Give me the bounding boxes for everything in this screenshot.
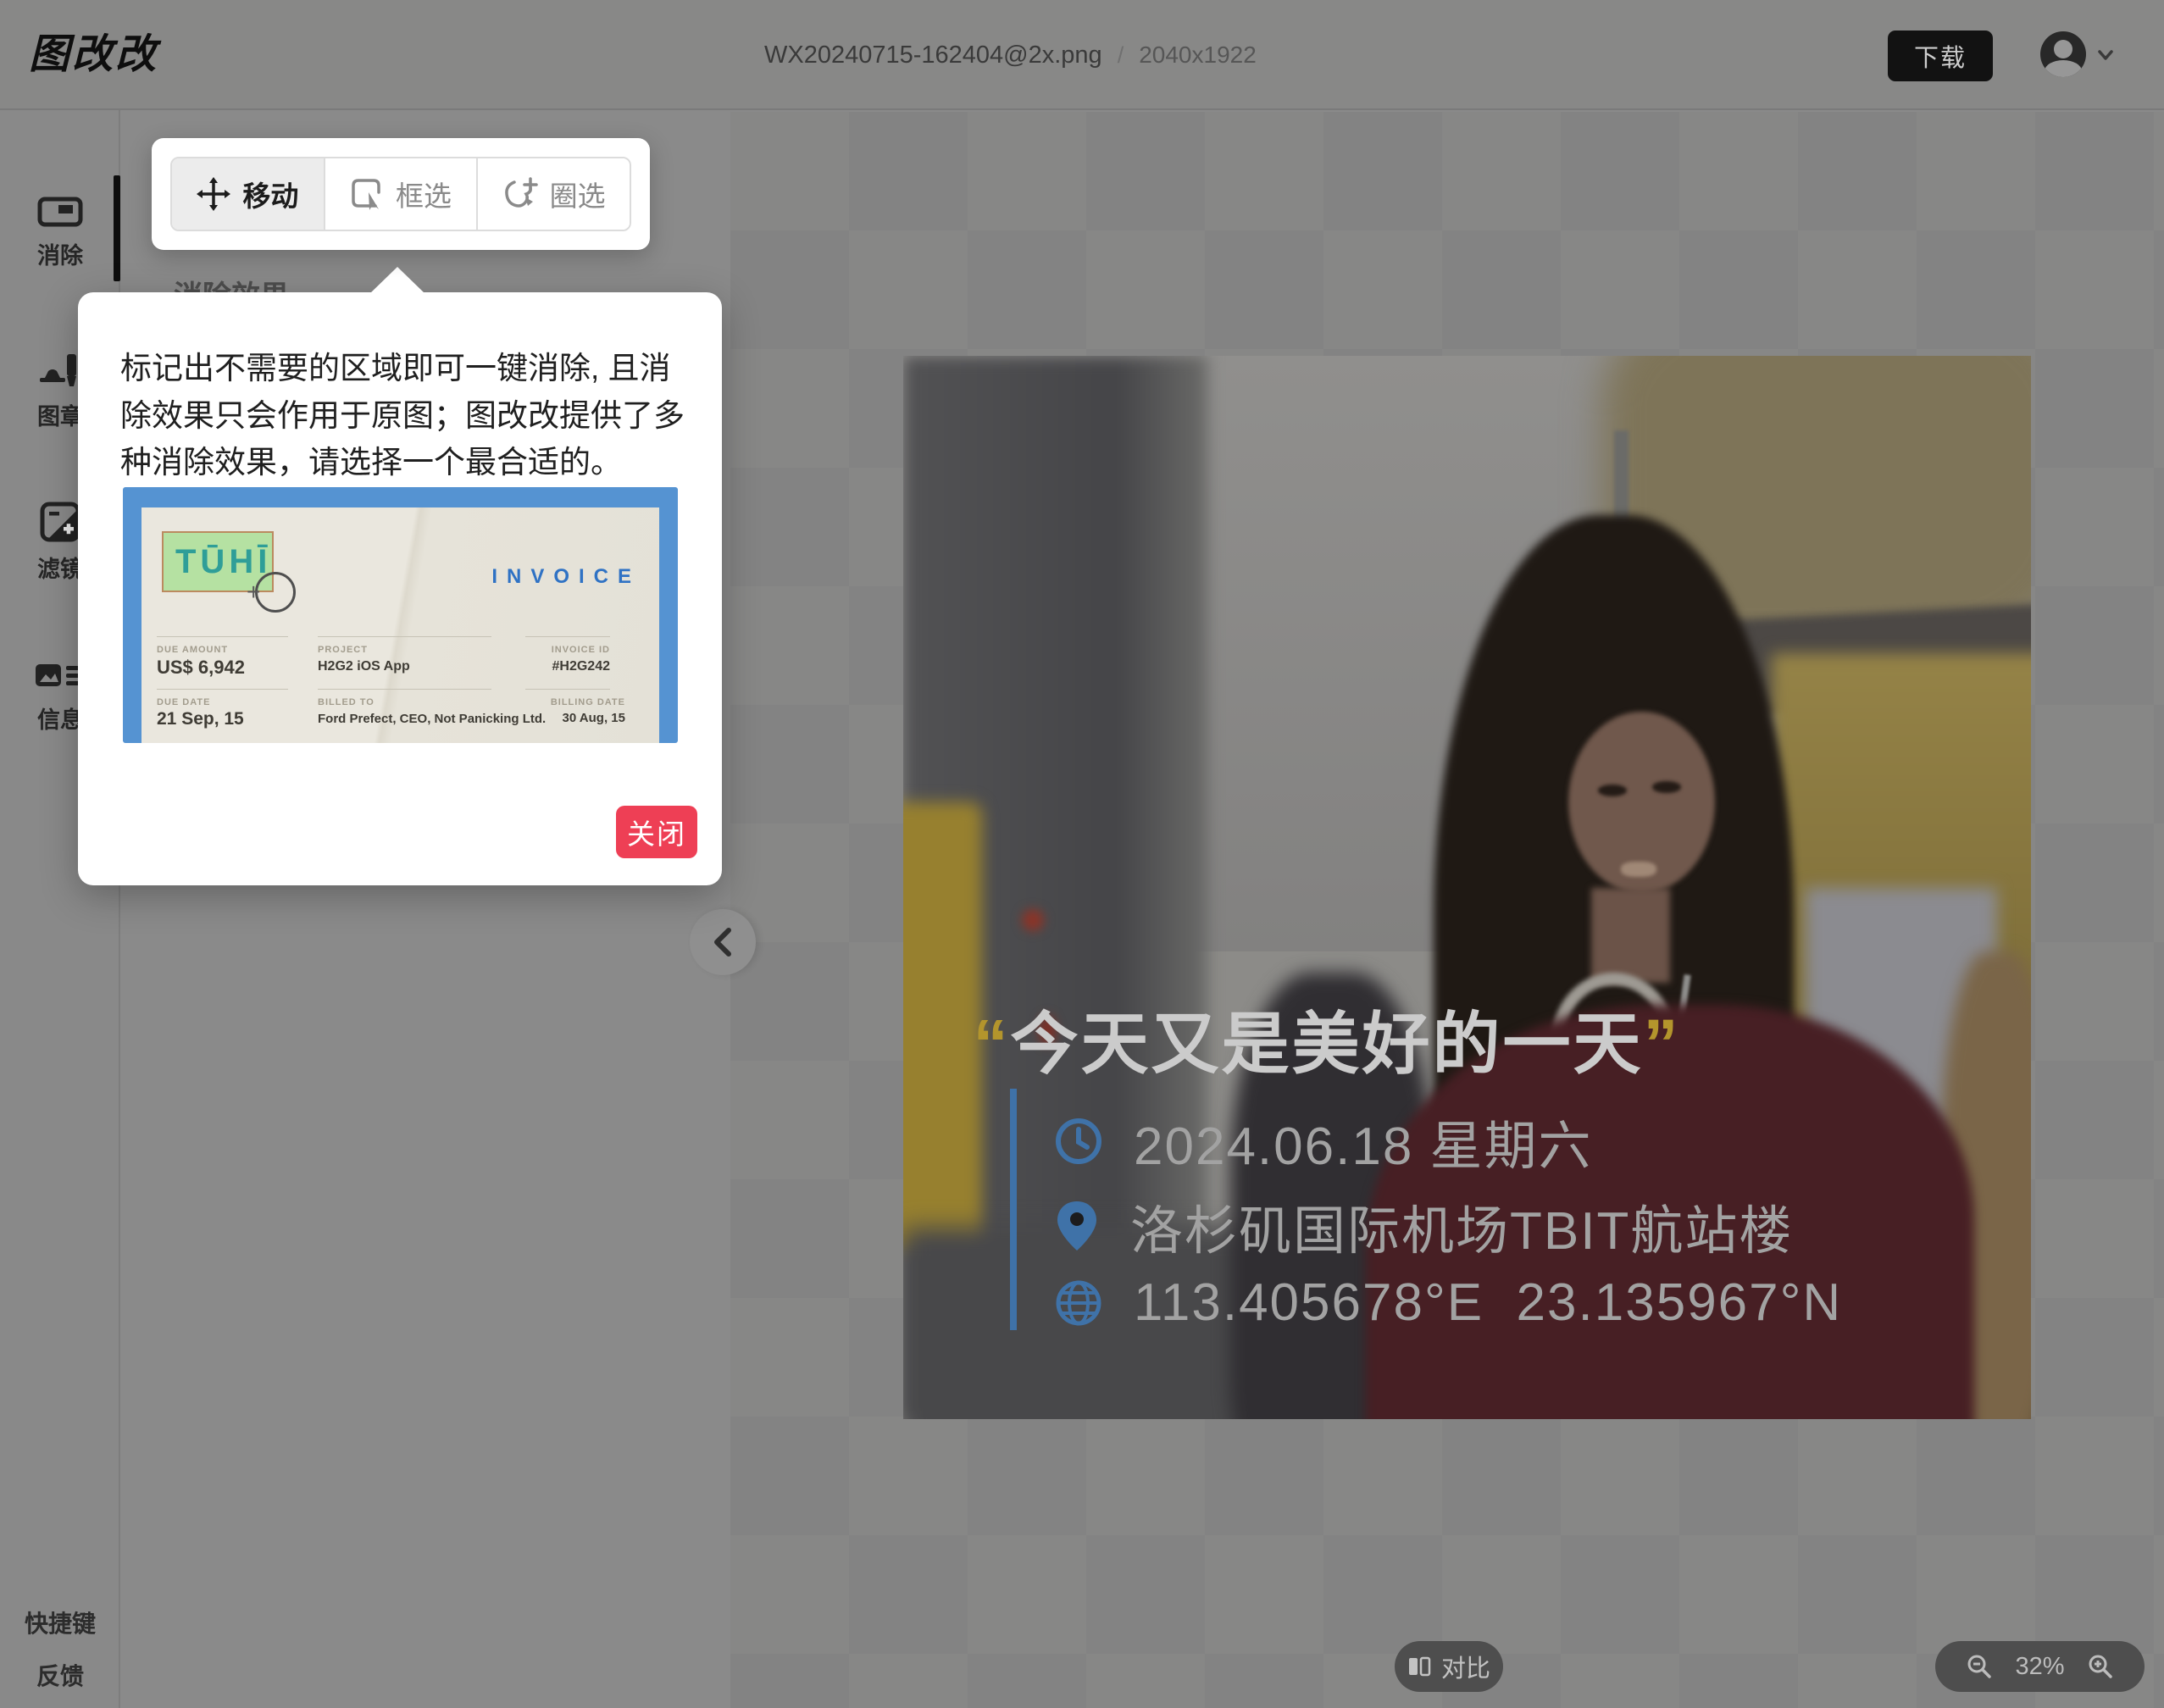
edited-photo[interactable]: “今天又是美好的一天” 2024.06.18 星期六 洛杉矶国际机场TBIT航站… xyxy=(903,356,2031,1419)
photo-woman-mouth xyxy=(1621,862,1657,877)
tutorial-tooltip: 标记出不需要的区域即可一键消除, 且消除效果只会作用于原图；图改改提供了多种消除… xyxy=(78,292,722,885)
app-root: 图改改 WX20240715-162404@2x.png / 2040x1922… xyxy=(0,0,2164,1708)
demo-logo: TŪHĪ xyxy=(175,543,271,581)
globe-icon xyxy=(1054,1278,1103,1328)
invoice-field-label: INVOICE ID xyxy=(552,645,610,655)
compare-button[interactable]: 对比 xyxy=(1395,1641,1503,1692)
image-dimensions: 2040x1922 xyxy=(1139,42,1257,69)
compare-label: 对比 xyxy=(1441,1649,1490,1684)
avatar-person-icon xyxy=(2054,40,2072,58)
tooltip-text: 标记出不需要的区域即可一键消除, 且消除效果只会作用于原图；图改改提供了多种消除… xyxy=(120,345,690,486)
watermark-date: 2024.06.18 星期六 xyxy=(1134,1103,1593,1179)
invoice-field-label: BILLING DATE xyxy=(551,697,625,707)
zoom-controls: 32% xyxy=(1935,1641,2145,1692)
photo-woman-neck xyxy=(1591,888,1670,984)
divider xyxy=(157,689,288,690)
watermark-location: 洛杉矶国际机场TBIT航站楼 xyxy=(1130,1188,1793,1264)
invoice-field-label: DUE DATE xyxy=(157,697,210,707)
watermark-date-row: 2024.06.18 星期六 xyxy=(1054,1103,1593,1179)
photo-tail-light xyxy=(1022,909,1044,931)
breadcrumb-separator: / xyxy=(1118,42,1124,69)
feedback-link[interactable]: 反馈 xyxy=(0,1658,120,1692)
zoom-level: 32% xyxy=(2015,1653,2064,1681)
watermark-accent-line xyxy=(1010,1089,1017,1330)
invoice-field-label: PROJECT xyxy=(318,645,368,655)
chevron-left-icon xyxy=(710,927,735,957)
mode-lasso-select-button[interactable]: 圈选 xyxy=(476,158,630,230)
divider xyxy=(157,636,288,637)
demo-cursor-circle xyxy=(255,572,296,613)
box-select-icon xyxy=(350,177,384,211)
divider xyxy=(318,636,491,637)
stamp-icon xyxy=(36,352,84,390)
quote-close: ” xyxy=(1644,1006,1681,1083)
chevron-down-icon[interactable] xyxy=(2095,44,2117,66)
invoice-field-value: Ford Prefect, CEO, Not Panicking Ltd. xyxy=(318,712,546,726)
clock-icon xyxy=(1054,1117,1103,1166)
breadcrumb: WX20240715-162404@2x.png / 2040x1922 xyxy=(764,0,1257,110)
watermark-coordinates: 113.405678°E 23.135967°N xyxy=(1134,1273,1842,1333)
erase-icon xyxy=(37,195,83,229)
photo-woman-eye xyxy=(1598,785,1628,796)
zoom-in-icon[interactable] xyxy=(2087,1653,2114,1680)
erase-mode-popup: 移动 框选 圈选 xyxy=(152,138,650,250)
divider xyxy=(525,636,610,637)
mode-label: 框选 xyxy=(396,174,452,214)
watermark-title: “今天又是美好的一天” xyxy=(954,990,1700,1088)
mode-box-select-button[interactable]: 框选 xyxy=(324,158,477,230)
location-pin-icon xyxy=(1054,1200,1100,1252)
photo-woman-eye xyxy=(1652,781,1682,793)
tooltip-arrow xyxy=(369,267,425,294)
compare-icon xyxy=(1407,1655,1431,1678)
shortcuts-link[interactable]: 快捷键 xyxy=(0,1605,120,1639)
quote-open: “ xyxy=(974,1006,1011,1083)
mode-label: 圈选 xyxy=(550,174,606,214)
sidebar-item-erase[interactable]: 消除 xyxy=(0,195,120,270)
panel-collapse-button[interactable] xyxy=(690,909,756,975)
mode-segmented-control: 移动 框选 圈选 xyxy=(170,157,631,231)
filter-icon xyxy=(40,502,80,542)
erase-demo-image: TŪHĪ + INVOICE DUE AMOUNT PROJECT INVOIC… xyxy=(123,487,678,743)
avatar[interactable] xyxy=(2040,31,2086,77)
watermark-location-row: 洛杉矶国际机场TBIT航站楼 xyxy=(1054,1188,1793,1264)
invoice-field-value: H2G2 iOS App xyxy=(318,659,410,674)
mode-move-button[interactable]: 移动 xyxy=(172,158,324,230)
file-name: WX20240715-162404@2x.png xyxy=(764,42,1102,69)
divider xyxy=(525,689,610,690)
lasso-select-icon xyxy=(502,177,538,211)
avatar-person-icon xyxy=(2045,60,2082,77)
header: 图改改 WX20240715-162404@2x.png / 2040x1922… xyxy=(0,0,2164,110)
invoice-field-value: 21 Sep, 15 xyxy=(157,709,244,729)
invoice-field-value: 30 Aug, 15 xyxy=(563,711,625,725)
invoice-field-label: DUE AMOUNT xyxy=(157,645,228,655)
mode-label: 移动 xyxy=(242,174,298,214)
download-button[interactable]: 下载 xyxy=(1888,30,1993,81)
demo-cursor-plus: + xyxy=(247,579,260,606)
app-logo: 图改改 xyxy=(29,0,158,110)
invoice-field-value: #H2G242 xyxy=(552,659,611,674)
demo-invoice-title: INVOICE xyxy=(491,565,641,589)
invoice-field-value: US$ 6,942 xyxy=(157,657,245,679)
zoom-out-icon[interactable] xyxy=(1966,1653,1993,1680)
sidebar-item-label: 消除 xyxy=(0,237,120,270)
divider xyxy=(318,689,491,690)
watermark-coordinates-row: 113.405678°E 23.135967°N xyxy=(1054,1273,1842,1333)
move-icon xyxy=(197,177,230,211)
invoice-field-label: BILLED TO xyxy=(318,697,375,707)
close-button[interactable]: 关闭 xyxy=(616,806,697,858)
